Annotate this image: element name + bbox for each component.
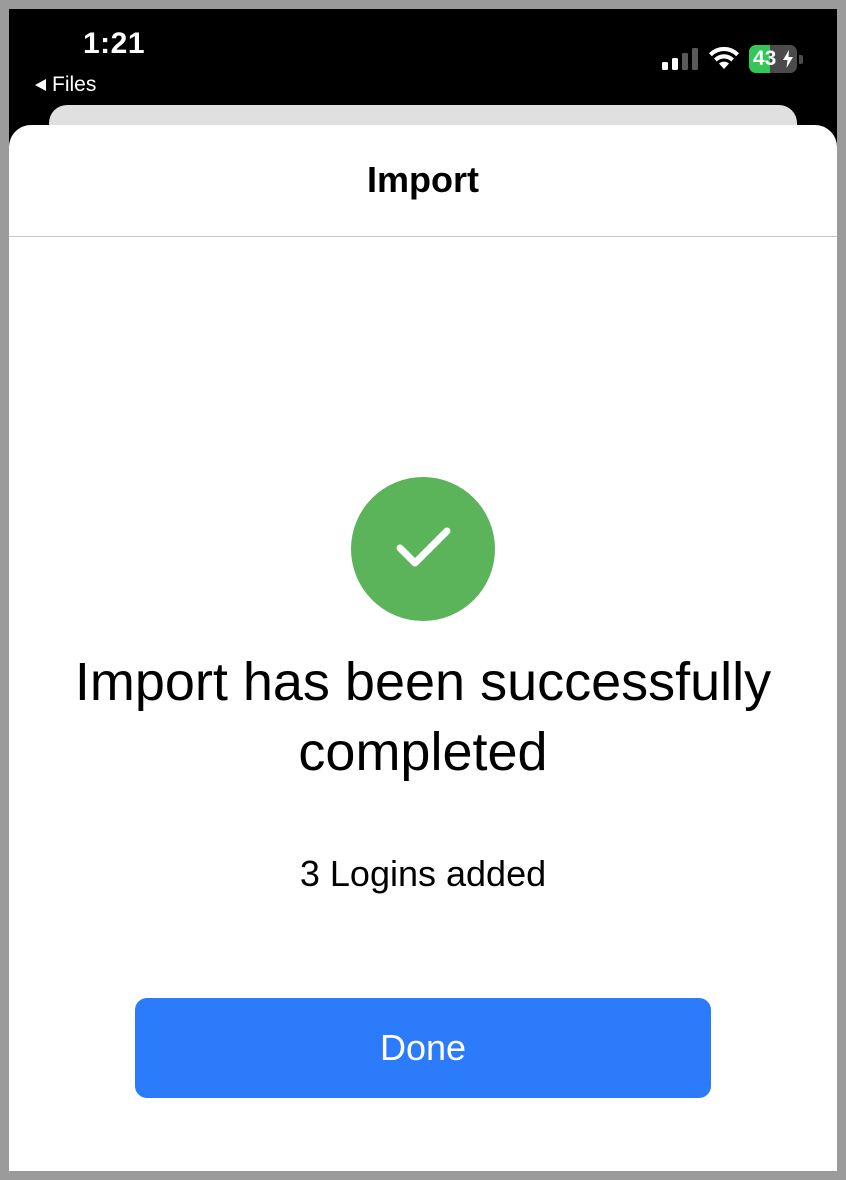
charging-bolt-icon (783, 50, 793, 68)
import-sheet: Import Import has been successfully comp… (9, 125, 837, 1171)
back-to-files-link[interactable]: Files (35, 73, 96, 97)
done-button[interactable]: Done (135, 998, 711, 1098)
result-detail: 3 Logins added (299, 853, 547, 894)
battery-icon: 43 (749, 45, 805, 73)
signal-icon (662, 48, 698, 70)
wifi-icon (709, 46, 739, 69)
back-label: Files (52, 73, 97, 96)
back-arrow-icon (35, 79, 46, 91)
success-check-icon (351, 477, 495, 621)
phone-screen: 1:21 Files 43 Import Import has been suc… (9, 9, 837, 1171)
sheet-title: Import (9, 125, 837, 237)
result-headline: Import has been successfully completed (74, 652, 772, 782)
status-time: 1:21 (83, 27, 146, 60)
